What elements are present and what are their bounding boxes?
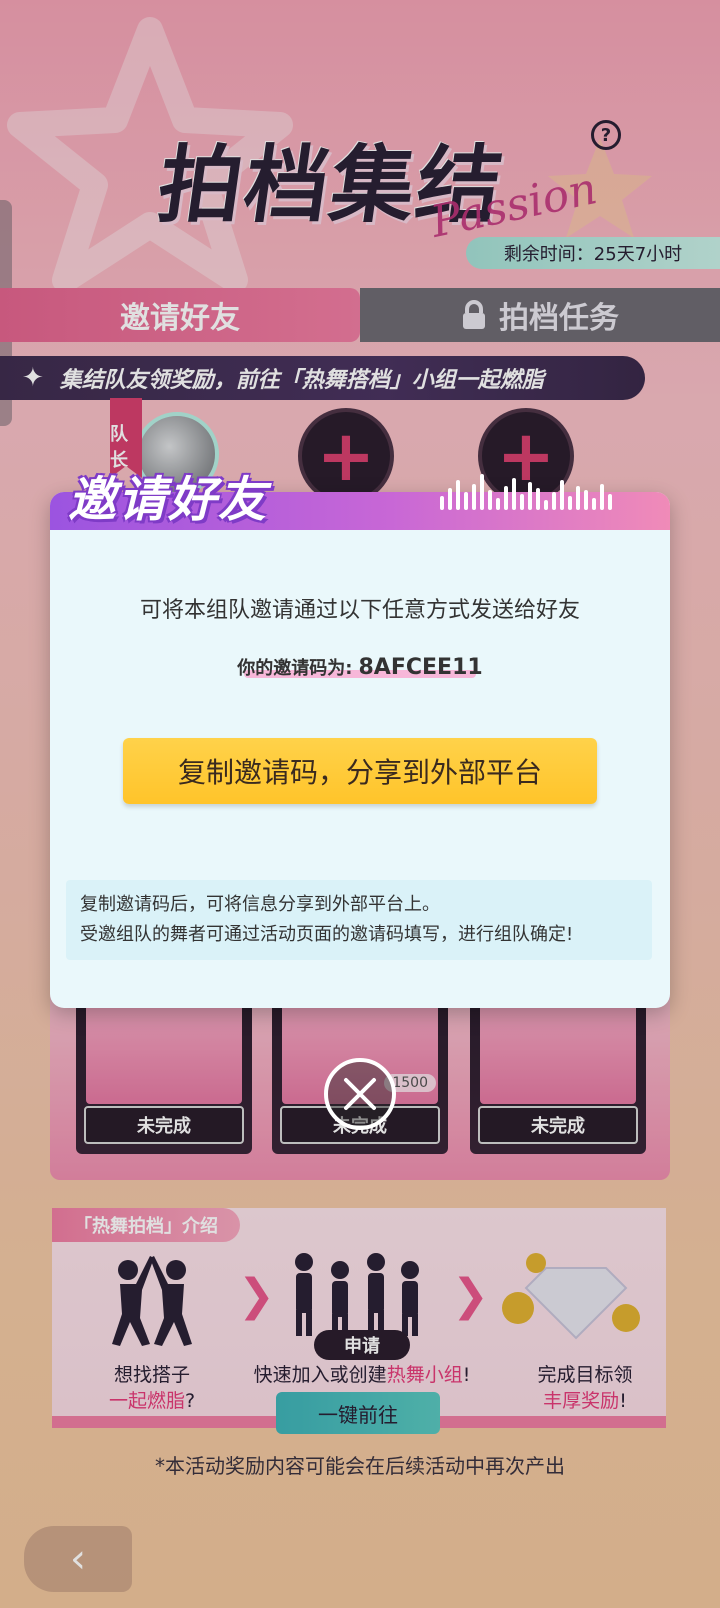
hint-line-2: 受邀组队的舞者可通过活动页面的邀请码填写，进行组队确定!: [80, 924, 574, 945]
invite-code-label: 你的邀请码为:: [237, 658, 353, 679]
modal-description: 可将本组队邀请通过以下任意方式发送给好友: [139, 598, 580, 623]
close-modal-button[interactable]: [324, 1058, 396, 1130]
hint-line-1: 复制邀请码后，可将信息分享到外部平台上。: [80, 894, 440, 915]
close-icon: [344, 1078, 376, 1110]
equalizer-decoration: [440, 470, 630, 510]
invite-code-value: 8AFCEE11: [358, 655, 483, 680]
modal-title: 邀请好友: [68, 472, 269, 528]
hint-box: 复制邀请码后，可将信息分享到外部平台上。 受邀组队的舞者可通过活动页面的邀请码填…: [66, 880, 652, 960]
copy-code-button[interactable]: 复制邀请码，分享到外部平台: [123, 738, 597, 804]
invite-code: 你的邀请码为: 8AFCEE11: [50, 654, 670, 680]
